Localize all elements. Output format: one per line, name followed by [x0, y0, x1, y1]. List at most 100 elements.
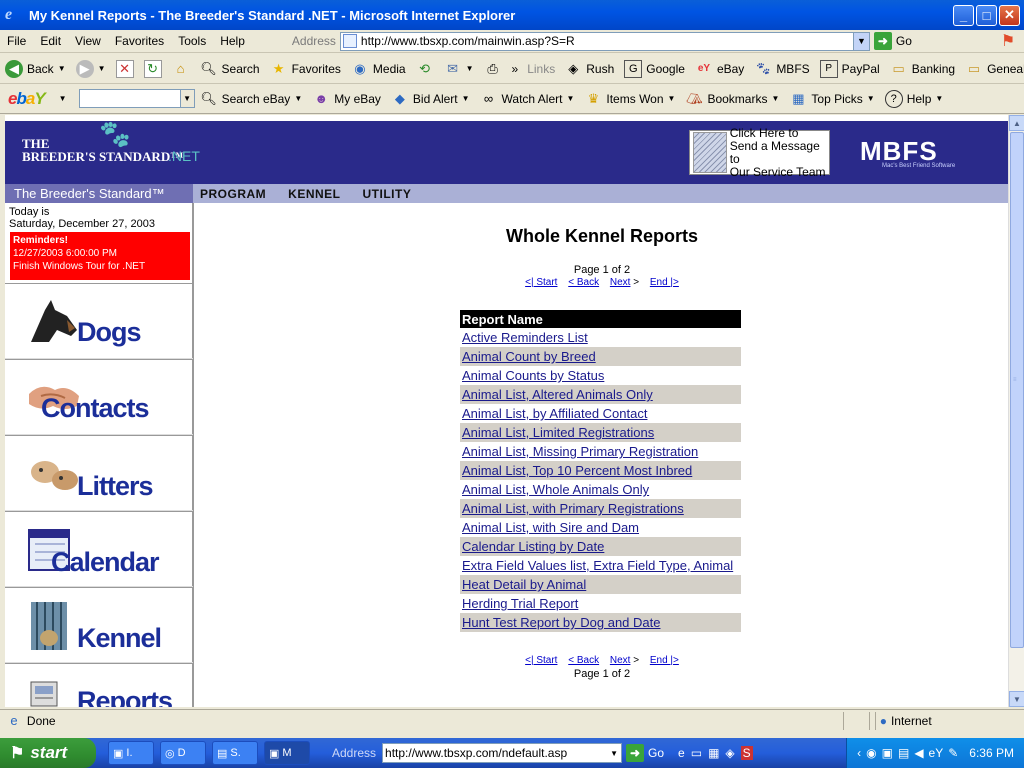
watch-alert-dropdown-icon[interactable]: ▼ [566, 94, 574, 103]
refresh-button[interactable]: ↻ [139, 56, 167, 82]
app-icon[interactable]: S [740, 746, 753, 760]
report-link[interactable]: Animal List, by Affiliated Contact [462, 406, 647, 421]
report-link[interactable]: Hunt Test Report by Dog and Date [462, 615, 661, 630]
menu-tools[interactable]: Tools [171, 34, 213, 48]
menu-help[interactable]: Help [213, 34, 252, 48]
mail-button[interactable]: ✉ ▼ [439, 56, 479, 82]
volume-icon[interactable]: ◀ [914, 746, 923, 760]
mbfs-logo[interactable]: MBFS Mac's Best Friend Software [860, 136, 955, 169]
go-button[interactable]: ➜ Go [873, 32, 912, 50]
my-ebay-button[interactable]: ☻ My eBay [307, 86, 386, 112]
ebay-tray-icon[interactable]: eY [929, 746, 944, 760]
link-rush[interactable]: ◈ Rush [559, 56, 619, 82]
folder-icon[interactable]: ▭ [691, 746, 702, 760]
address-url[interactable]: http://www.tbsxp.com/mainwin.asp?S=R [361, 34, 853, 48]
forward-dropdown-icon[interactable]: ▼ [98, 64, 106, 73]
help-dropdown-icon[interactable]: ▼ [935, 94, 943, 103]
watch-alert-button[interactable]: ∞ Watch Alert ▼ [475, 86, 580, 112]
report-link[interactable]: Animal List, Missing Primary Registratio… [462, 444, 698, 459]
taskbar-address-url[interactable]: http://www.tbsxp.com/ndefault.asp [385, 746, 607, 760]
task-button[interactable]: ◎ D [160, 741, 206, 765]
task-button[interactable]: ▣ I. [108, 741, 154, 765]
menu-favorites[interactable]: Favorites [108, 34, 171, 48]
report-link[interactable]: Animal Count by Breed [462, 349, 596, 364]
bookmarks-dropdown-icon[interactable]: ▼ [771, 94, 779, 103]
nav-calendar[interactable]: Calendar [5, 511, 193, 587]
report-link[interactable]: Animal Counts by Status [462, 368, 604, 383]
app-icon[interactable]: ▦ [708, 746, 719, 760]
link-banking[interactable]: ▭ Banking [885, 56, 960, 82]
ebay-menu-dropdown-icon[interactable]: ▼ [59, 94, 67, 103]
nav-reports[interactable]: Reports [5, 663, 193, 707]
stop-button[interactable]: ✕ [111, 56, 139, 82]
report-link[interactable]: Animal List, Whole Animals Only [462, 482, 649, 497]
link-mbfs[interactable]: 🐾︎ MBFS [749, 56, 814, 82]
report-link[interactable]: Calendar Listing by Date [462, 539, 604, 554]
start-button[interactable]: ⚑ start [0, 738, 96, 768]
nav-contacts[interactable]: Contacts [5, 359, 193, 435]
report-link[interactable]: Animal List, Limited Registrations [462, 425, 654, 440]
bookmarks-button[interactable]: ⛺︎ Bookmarks ▼ [680, 86, 784, 112]
tray-icon[interactable]: ✎ [948, 746, 958, 760]
close-button[interactable]: ✕ [999, 4, 1020, 26]
ie-icon[interactable]: e [678, 746, 685, 760]
link-google[interactable]: G Google [619, 56, 690, 82]
scroll-thumb[interactable] [1010, 132, 1024, 648]
link-ebay[interactable]: eY eBay [690, 56, 749, 82]
nav-litters[interactable]: Litters [5, 435, 193, 511]
task-button[interactable]: ▤ S. [212, 741, 258, 765]
report-link[interactable]: Animal List, Altered Animals Only [462, 387, 653, 402]
ebay-help-button[interactable]: ? Help ▼ [880, 86, 949, 112]
menu-file[interactable]: File [0, 34, 33, 48]
media-button[interactable]: ◉ Media [346, 56, 411, 82]
menu-kennel[interactable]: KENNEL [288, 187, 340, 201]
back-dropdown-icon[interactable]: ▼ [58, 64, 66, 73]
task-button-active[interactable]: ▣ M [264, 741, 310, 765]
breeders-standard-logo[interactable]: THE BREEDER'S STANDARD™ 🐾︎ .NET [22, 122, 200, 164]
pager-next-link[interactable]: Next [610, 277, 631, 288]
minimize-button[interactable]: _ [953, 4, 974, 26]
report-link[interactable]: Animal List, with Sire and Dam [462, 520, 639, 535]
tray-icon[interactable]: ▣ [882, 746, 893, 760]
home-button[interactable]: ⌂ [167, 56, 195, 82]
pager-back-link[interactable]: < Back [568, 655, 599, 666]
network-icon[interactable]: ▤ [898, 746, 909, 760]
ebay-search-input[interactable]: ▼ [78, 89, 195, 108]
send-message-link[interactable]: Click Here to Send a Message to Our Serv… [689, 126, 830, 178]
search-ebay-dropdown-icon[interactable]: ▼ [294, 94, 302, 103]
menu-view[interactable]: View [68, 34, 108, 48]
pager-back-link[interactable]: < Back [568, 277, 599, 288]
nav-dogs[interactable]: Dogs [5, 283, 193, 359]
maximize-button[interactable]: □ [976, 4, 997, 26]
pager-start-link[interactable]: <| Start [525, 655, 557, 666]
items-won-button[interactable]: ♛ Items Won ▼ [579, 86, 680, 112]
menu-program[interactable]: PROGRAM [200, 187, 266, 201]
vertical-scrollbar[interactable]: ▲ ≡ ▼ [1008, 115, 1024, 707]
app-icon[interactable]: ◈ [725, 746, 734, 760]
taskbar-address-dropdown-icon[interactable]: ▼ [607, 749, 621, 758]
report-link[interactable]: Extra Field Values list, Extra Field Typ… [462, 558, 733, 573]
reminders-box[interactable]: Reminders! 12/27/2003 6:00:00 PM Finish … [10, 232, 190, 280]
bid-alert-button[interactable]: ◆ Bid Alert ▼ [386, 86, 475, 112]
link-genealogy[interactable]: ▭ Genealogy [960, 56, 1024, 82]
items-won-dropdown-icon[interactable]: ▼ [668, 94, 676, 103]
address-bar[interactable]: http://www.tbsxp.com/mainwin.asp?S=R ▼ [339, 31, 870, 51]
pager-end-link[interactable]: End |> [650, 277, 679, 288]
scroll-down-icon[interactable]: ▼ [1009, 691, 1024, 707]
toolbar-overflow[interactable]: » [507, 56, 524, 82]
pager-start-link[interactable]: <| Start [525, 277, 557, 288]
print-button[interactable]: ⎙ [479, 56, 507, 82]
menu-utility[interactable]: UTILITY [363, 187, 412, 201]
menu-edit[interactable]: Edit [33, 34, 68, 48]
tray-expand-icon[interactable]: ‹ [857, 746, 861, 760]
bid-alert-dropdown-icon[interactable]: ▼ [462, 94, 470, 103]
tray-icon[interactable]: ◉ [866, 746, 876, 760]
search-ebay-button[interactable]: 🔍︎ Search eBay ▼ [195, 86, 308, 112]
forward-button[interactable]: ▶ ▼ [71, 56, 111, 82]
history-button[interactable]: ⟲ [411, 56, 439, 82]
report-link[interactable]: Herding Trial Report [462, 596, 578, 611]
top-picks-dropdown-icon[interactable]: ▼ [867, 94, 875, 103]
ebay-logo-icon[interactable]: ebaY [8, 89, 46, 109]
report-link[interactable]: Active Reminders List [462, 330, 588, 345]
link-paypal[interactable]: P PayPal [815, 56, 885, 82]
